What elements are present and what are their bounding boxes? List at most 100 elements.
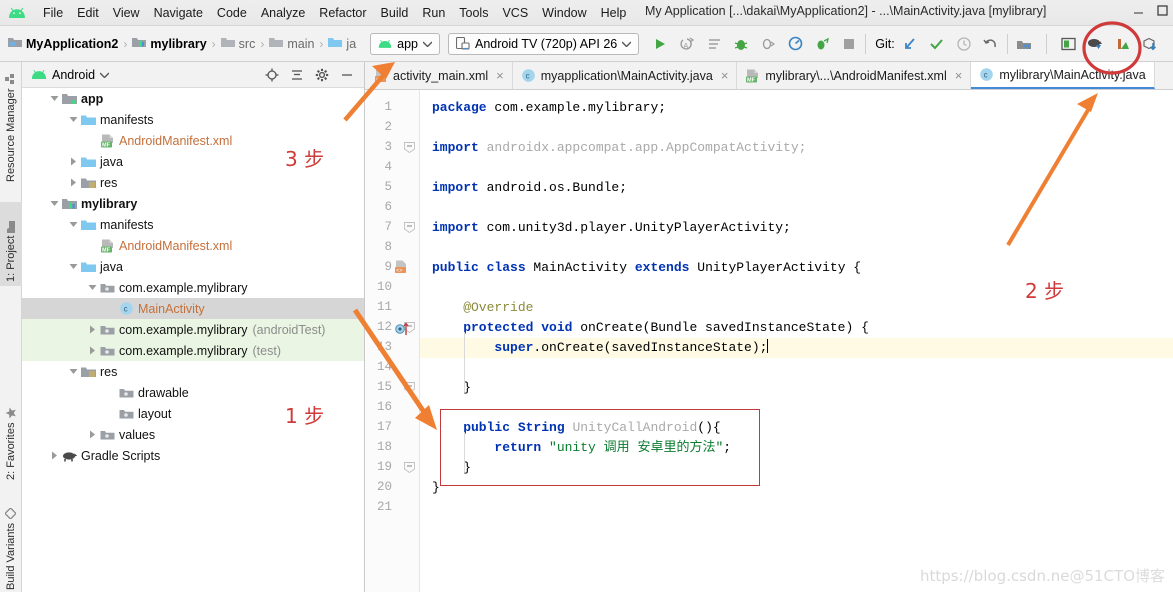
line-number[interactable]: 19	[368, 460, 392, 474]
tool-window-tab-1-project[interactable]: 1: Project	[0, 202, 22, 286]
line-number[interactable]: 9	[368, 260, 392, 274]
line-number[interactable]: 5	[368, 180, 392, 194]
tree-node-com-example-mylibrary[interactable]: com.example.mylibrary (androidTest)	[22, 319, 364, 340]
menu-item-help[interactable]: Help	[594, 4, 634, 22]
code-line[interactable]: }	[432, 478, 440, 498]
tree-node-com-example-mylibrary[interactable]: com.example.mylibrary	[22, 277, 364, 298]
menu-item-navigate[interactable]: Navigate	[147, 4, 210, 22]
run-icon[interactable]	[651, 35, 669, 53]
sdk-manager-icon[interactable]	[1015, 35, 1033, 53]
chevron-right-icon[interactable]	[67, 176, 80, 189]
close-icon[interactable]: ×	[955, 68, 963, 83]
code-text[interactable]: package com.example.mylibrary; import and…	[420, 90, 1173, 592]
code-line[interactable]: public class MainActivity extends UnityP…	[432, 258, 861, 278]
editor-tabs[interactable]: <> activity_main.xml × c myapplication\MainA…	[365, 62, 1173, 90]
code-fold-toggle[interactable]	[404, 222, 415, 234]
device-selector[interactable]: Android TV (720p) API 26	[448, 32, 640, 55]
chevron-down-icon[interactable]	[86, 281, 99, 294]
locate-icon[interactable]	[264, 67, 280, 83]
chevron-down-icon[interactable]	[67, 260, 80, 273]
code-fold-toggle[interactable]	[404, 382, 415, 394]
breadcrumb-item-mylibrary[interactable]: mylibrary	[132, 36, 207, 51]
code-line[interactable]: }	[432, 458, 471, 478]
breadcrumb-item-myapplication2[interactable]: MyApplication2	[8, 36, 118, 51]
breadcrumb-item-main[interactable]: main	[269, 36, 314, 51]
line-number[interactable]: 4	[368, 160, 392, 174]
line-number[interactable]: 6	[368, 200, 392, 214]
menu-item-code[interactable]: Code	[210, 4, 254, 22]
tree-node-java[interactable]: java	[22, 256, 364, 277]
line-number[interactable]: 14	[368, 360, 392, 374]
menu-bar[interactable]: File Edit View Navigate Code Analyze Refactor B…	[36, 4, 633, 22]
chevron-right-icon[interactable]	[86, 428, 99, 441]
line-number[interactable]: 18	[368, 440, 392, 454]
line-number[interactable]: 20	[368, 480, 392, 494]
settings-gear-icon[interactable]	[314, 67, 330, 83]
editor-gutter[interactable]: 1 2 3 4 5 6 7 8 9 10 11 12 13 14 15 16 17 18 19 20 21 <>	[365, 90, 420, 592]
tree-node-app[interactable]: app	[22, 88, 364, 109]
chevron-down-icon[interactable]	[48, 92, 61, 105]
attach-debugger-icon[interactable]	[759, 35, 777, 53]
hide-panel-icon[interactable]	[339, 67, 355, 83]
maximize-button[interactable]	[1155, 3, 1169, 17]
line-number[interactable]: 12	[368, 320, 392, 334]
close-icon[interactable]: ×	[496, 68, 504, 83]
menu-item-build[interactable]: Build	[374, 4, 416, 22]
tool-window-tab-resource-manager[interactable]: Resource Manager	[0, 62, 22, 186]
chevron-right-icon[interactable]	[48, 449, 61, 462]
line-number[interactable]: 21	[368, 500, 392, 514]
line-number[interactable]: 15	[368, 380, 392, 394]
menu-item-edit[interactable]: Edit	[70, 4, 106, 22]
android-tools-icons[interactable]	[1015, 33, 1159, 54]
line-number[interactable]: 1	[368, 100, 392, 114]
gutter-related-file-icon[interactable]: <>	[394, 260, 408, 278]
editor-tab-activity-main-xml[interactable]: <> activity_main.xml ×	[365, 62, 513, 89]
chevron-right-icon[interactable]	[86, 344, 99, 357]
collapse-all-icon[interactable]	[289, 67, 305, 83]
chevron-down-icon[interactable]	[67, 365, 80, 378]
minimize-button[interactable]	[1131, 3, 1145, 17]
history-icon[interactable]	[955, 35, 973, 53]
layout-inspector-icon[interactable]	[1114, 35, 1132, 53]
code-line[interactable]: }	[432, 378, 471, 398]
chevron-down-icon[interactable]	[67, 113, 80, 126]
profiler-icon[interactable]	[786, 35, 804, 53]
run-coverage-icon[interactable]	[813, 35, 831, 53]
chevron-right-icon[interactable]	[67, 155, 80, 168]
line-number[interactable]: 7	[368, 220, 392, 234]
left-tool-strip[interactable]: Resource Manager 1: Project 2: Favorites Bu…	[0, 62, 22, 592]
menu-item-analyze[interactable]: Analyze	[254, 4, 312, 22]
debug-icon[interactable]	[732, 35, 750, 53]
tool-window-tab-build-variants[interactable]: Build Variants	[0, 502, 22, 592]
breadcrumb-item-src[interactable]: src	[220, 36, 255, 51]
menu-item-run[interactable]: Run	[415, 4, 452, 22]
git-toolbar-icons[interactable]	[901, 35, 1000, 53]
code-line[interactable]: @Override	[432, 298, 533, 318]
code-line[interactable]: package com.example.mylibrary;	[432, 98, 666, 118]
menu-item-file[interactable]: File	[36, 4, 70, 22]
breadcrumb-item-ja[interactable]: ja	[328, 36, 356, 51]
window-controls[interactable]	[1131, 3, 1169, 17]
update-project-icon[interactable]	[901, 35, 919, 53]
gutter-override-method-icon[interactable]	[395, 322, 411, 339]
tree-node-mylibrary[interactable]: mylibrary	[22, 193, 364, 214]
code-line[interactable]: import android.os.Bundle;	[432, 178, 627, 198]
tree-node-manifests[interactable]: manifests	[22, 109, 364, 130]
run-toolbar-icons[interactable]: A	[651, 35, 858, 53]
tree-node-gradle-scripts[interactable]: Gradle Scripts	[22, 445, 364, 466]
run-configuration-selector[interactable]: app	[370, 32, 441, 55]
sync-gradle-icon[interactable]	[1087, 35, 1105, 53]
tree-node-mainactivity[interactable]: c MainActivity	[22, 298, 364, 319]
line-number[interactable]: 10	[368, 280, 392, 294]
tree-node-com-example-mylibrary[interactable]: com.example.mylibrary (test)	[22, 340, 364, 361]
line-number[interactable]: 8	[368, 240, 392, 254]
stop-icon[interactable]	[840, 35, 858, 53]
menu-item-window[interactable]: Window	[535, 4, 593, 22]
breadcrumb[interactable]: MyApplication2 › mylibrary › src › main › ja	[8, 36, 356, 51]
tree-node-res[interactable]: res	[22, 172, 364, 193]
editor-tab-mylibrary-androidmanifest-xml[interactable]: MF mylibrary\...\AndroidManifest.xml ×	[737, 62, 972, 89]
project-panel-tools[interactable]	[264, 67, 359, 83]
line-number[interactable]: 16	[368, 400, 392, 414]
chevron-right-icon[interactable]	[86, 323, 99, 336]
tree-node-manifests[interactable]: manifests	[22, 214, 364, 235]
